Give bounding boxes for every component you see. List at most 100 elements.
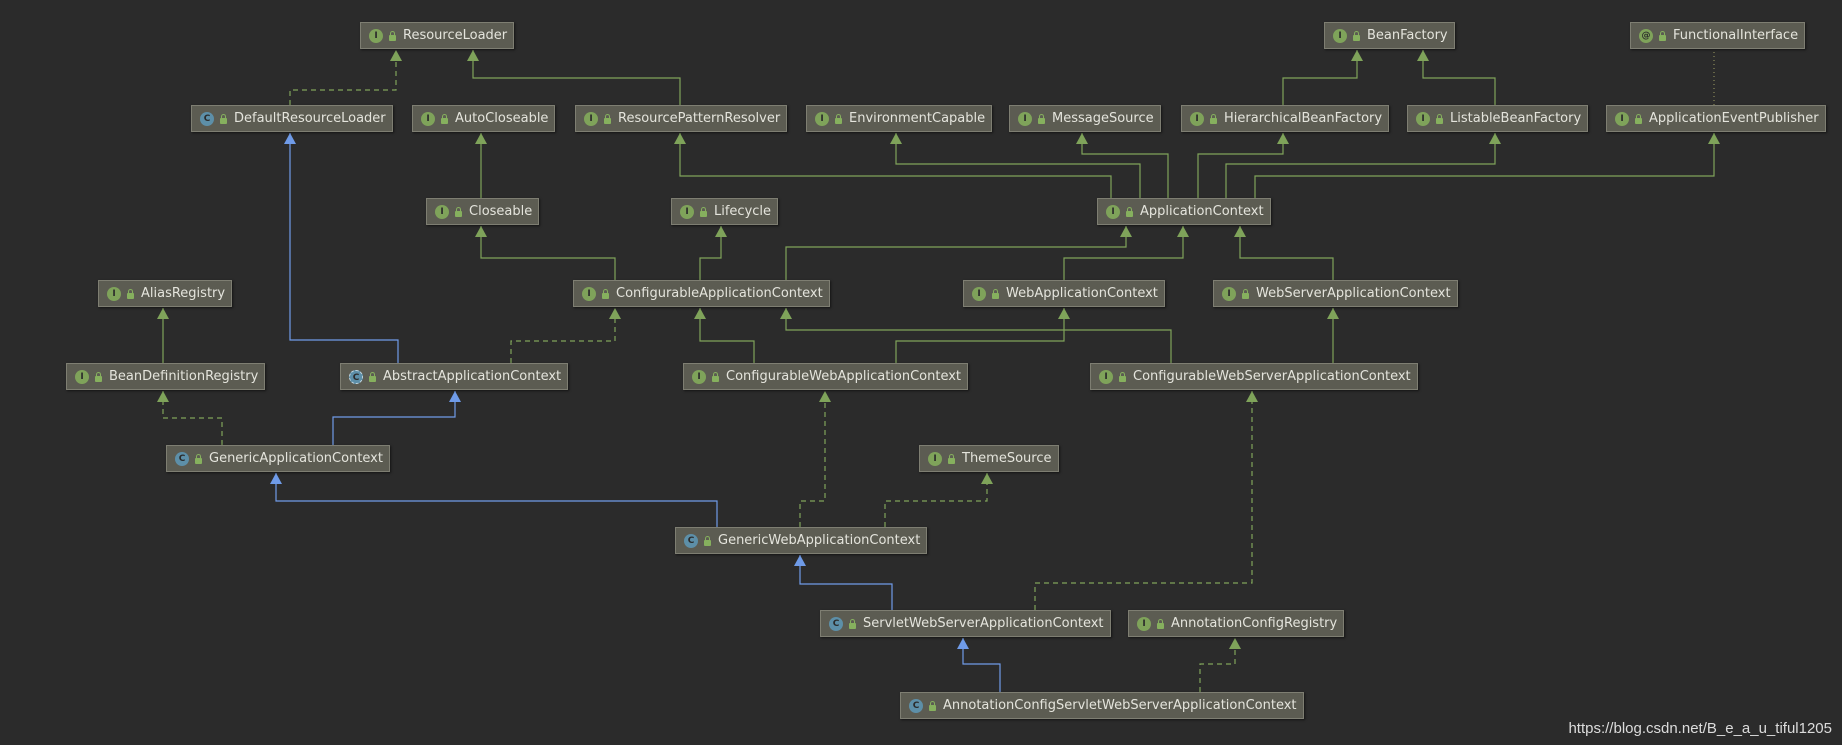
arrowhead <box>819 391 831 402</box>
node-generic-web-application-context[interactable]: C GenericWebApplicationContext <box>675 527 928 554</box>
public-lock-icon <box>1659 30 1666 41</box>
public-lock-icon <box>1210 113 1217 124</box>
node-listable-bean-factory[interactable]: I ListableBeanFactory <box>1407 105 1589 132</box>
node-bean-factory[interactable]: I BeanFactory <box>1324 22 1455 49</box>
node-servlet-web-server-application-context[interactable]: C ServletWebServerApplicationContext <box>820 610 1111 637</box>
node-label: MessageSource <box>1052 111 1154 126</box>
arrowhead <box>957 638 969 649</box>
edge-GenericWebApplicationContext-to-ConfigurableWebApplicationContext <box>799 391 831 527</box>
interface-icon: I <box>582 286 596 301</box>
arrowhead <box>1177 226 1189 237</box>
arrowhead <box>674 133 686 144</box>
arrowhead <box>1234 226 1246 237</box>
edge-ConfigurableApplicationContext-to-ApplicationContext <box>785 226 1132 280</box>
arrowhead <box>890 133 902 144</box>
node-configurable-web-application-context[interactable]: I ConfigurableWebApplicationContext <box>683 363 969 390</box>
node-annotation-config-registry[interactable]: I AnnotationConfigRegistry <box>1128 610 1345 637</box>
public-lock-icon <box>1119 371 1126 382</box>
class-icon: C <box>200 111 214 126</box>
node-web-application-context[interactable]: I WebApplicationContext <box>963 280 1165 307</box>
interface-icon: I <box>1018 111 1032 126</box>
node-label: ServletWebServerApplicationContext <box>863 616 1104 631</box>
node-label: BeanDefinitionRegistry <box>109 369 259 384</box>
node-bean-definition-registry[interactable]: I BeanDefinitionRegistry <box>66 363 266 390</box>
annotation-icon: @ <box>1639 28 1653 43</box>
node-generic-application-context[interactable]: C GenericApplicationContext <box>166 445 390 472</box>
interface-icon: I <box>1222 286 1236 301</box>
arrowhead <box>284 133 296 144</box>
public-lock-icon <box>95 371 102 382</box>
public-lock-icon <box>700 206 707 217</box>
node-resource-loader[interactable]: I ResourceLoader <box>360 22 515 49</box>
public-lock-icon <box>992 288 999 299</box>
node-web-server-application-context[interactable]: I WebServerApplicationContext <box>1213 280 1458 307</box>
node-label: GenericApplicationContext <box>209 451 383 466</box>
interface-icon: I <box>421 111 435 126</box>
node-label: AbstractApplicationContext <box>383 369 562 384</box>
edge-ListableBeanFactory-to-BeanFactory <box>1417 50 1496 105</box>
node-abstract-application-context[interactable]: C AbstractApplicationContext <box>340 363 569 390</box>
public-lock-icon <box>389 30 396 41</box>
public-lock-icon <box>1157 618 1164 629</box>
public-lock-icon <box>195 453 202 464</box>
node-closeable[interactable]: I Closeable <box>426 198 540 225</box>
node-label: FunctionalInterface <box>1673 28 1799 43</box>
public-lock-icon <box>1242 288 1249 299</box>
node-resource-pattern-resolver[interactable]: I ResourcePatternResolver <box>575 105 788 132</box>
edge-ConfigurableWebServerApplicationContext-to-WebServerApplicationContext <box>1327 308 1339 363</box>
public-lock-icon <box>704 535 711 546</box>
edge-DefaultResourceLoader-to-ResourceLoader <box>289 50 402 105</box>
node-alias-registry[interactable]: I AliasRegistry <box>98 280 233 307</box>
node-auto-closeable[interactable]: I AutoCloseable <box>412 105 556 132</box>
interface-icon: I <box>692 369 706 384</box>
node-default-resource-loader[interactable]: C DefaultResourceLoader <box>191 105 393 132</box>
edge-GenericApplicationContext-to-AbstractApplicationContext <box>332 391 461 445</box>
edge-ApplicationContext-to-HierarchicalBeanFactory <box>1197 133 1289 198</box>
interface-icon: I <box>1416 111 1430 126</box>
node-label: Lifecycle <box>714 204 772 219</box>
node-application-event-publisher[interactable]: I ApplicationEventPublisher <box>1606 105 1826 132</box>
public-lock-icon <box>948 453 955 464</box>
arrowhead <box>780 308 792 319</box>
public-lock-icon <box>369 371 376 382</box>
watermark: https://blog.csdn.net/B_e_a_u_tiful1205 <box>1568 720 1832 737</box>
public-lock-icon <box>127 288 134 299</box>
interface-icon: I <box>1106 204 1120 219</box>
node-application-context[interactable]: I ApplicationContext <box>1097 198 1271 225</box>
node-label: BeanFactory <box>1367 28 1448 43</box>
node-label: WebServerApplicationContext <box>1256 286 1451 301</box>
node-configurable-application-context[interactable]: I ConfigurableApplicationContext <box>573 280 830 307</box>
node-label: ApplicationContext <box>1140 204 1264 219</box>
arrowhead <box>475 133 487 144</box>
interface-icon: I <box>435 204 449 219</box>
public-lock-icon <box>604 113 611 124</box>
edge-GenericWebApplicationContext-to-GenericApplicationContext <box>270 473 718 527</box>
arrowhead <box>1120 226 1132 237</box>
edge-BeanDefinitionRegistry-to-AliasRegistry <box>157 308 169 363</box>
arrowhead <box>1058 308 1070 319</box>
class-icon: C <box>684 533 698 548</box>
interface-icon: I <box>928 451 942 466</box>
arrowhead <box>1489 133 1501 144</box>
interface-icon: I <box>972 286 986 301</box>
node-functional-interface[interactable]: @ FunctionalInterface <box>1630 22 1806 49</box>
arrowhead <box>1327 308 1339 319</box>
node-label: ListableBeanFactory <box>1450 111 1582 126</box>
node-lifecycle[interactable]: I Lifecycle <box>671 198 779 225</box>
interface-icon: I <box>584 111 598 126</box>
node-environment-capable[interactable]: I EnvironmentCapable <box>806 105 993 132</box>
node-configurable-web-server-application-context[interactable]: I ConfigurableWebServerApplicationContext <box>1090 363 1418 390</box>
public-lock-icon <box>455 206 462 217</box>
edge-ServletWebServerApplicationContext-to-ConfigurableWebServerApplicationContext <box>1034 391 1258 610</box>
class-hierarchy-diagram: I ResourceLoader I BeanFactory @ FunctionalIn… <box>0 0 1842 745</box>
node-annotation-config-servlet-web-server-application-context[interactable]: C AnnotationConfigServletWebServerApplica… <box>900 692 1304 719</box>
interface-icon: I <box>1615 111 1629 126</box>
public-lock-icon <box>835 113 842 124</box>
public-lock-icon <box>1353 30 1360 41</box>
arrowhead <box>390 50 402 61</box>
node-message-source[interactable]: I MessageSource <box>1009 105 1161 132</box>
node-hierarchical-bean-factory[interactable]: I HierarchicalBeanFactory <box>1181 105 1390 132</box>
node-theme-source[interactable]: I ThemeSource <box>919 445 1059 472</box>
edge-ConfigurableApplicationContext-to-Lifecycle <box>699 226 727 280</box>
interface-icon: I <box>1333 28 1347 43</box>
